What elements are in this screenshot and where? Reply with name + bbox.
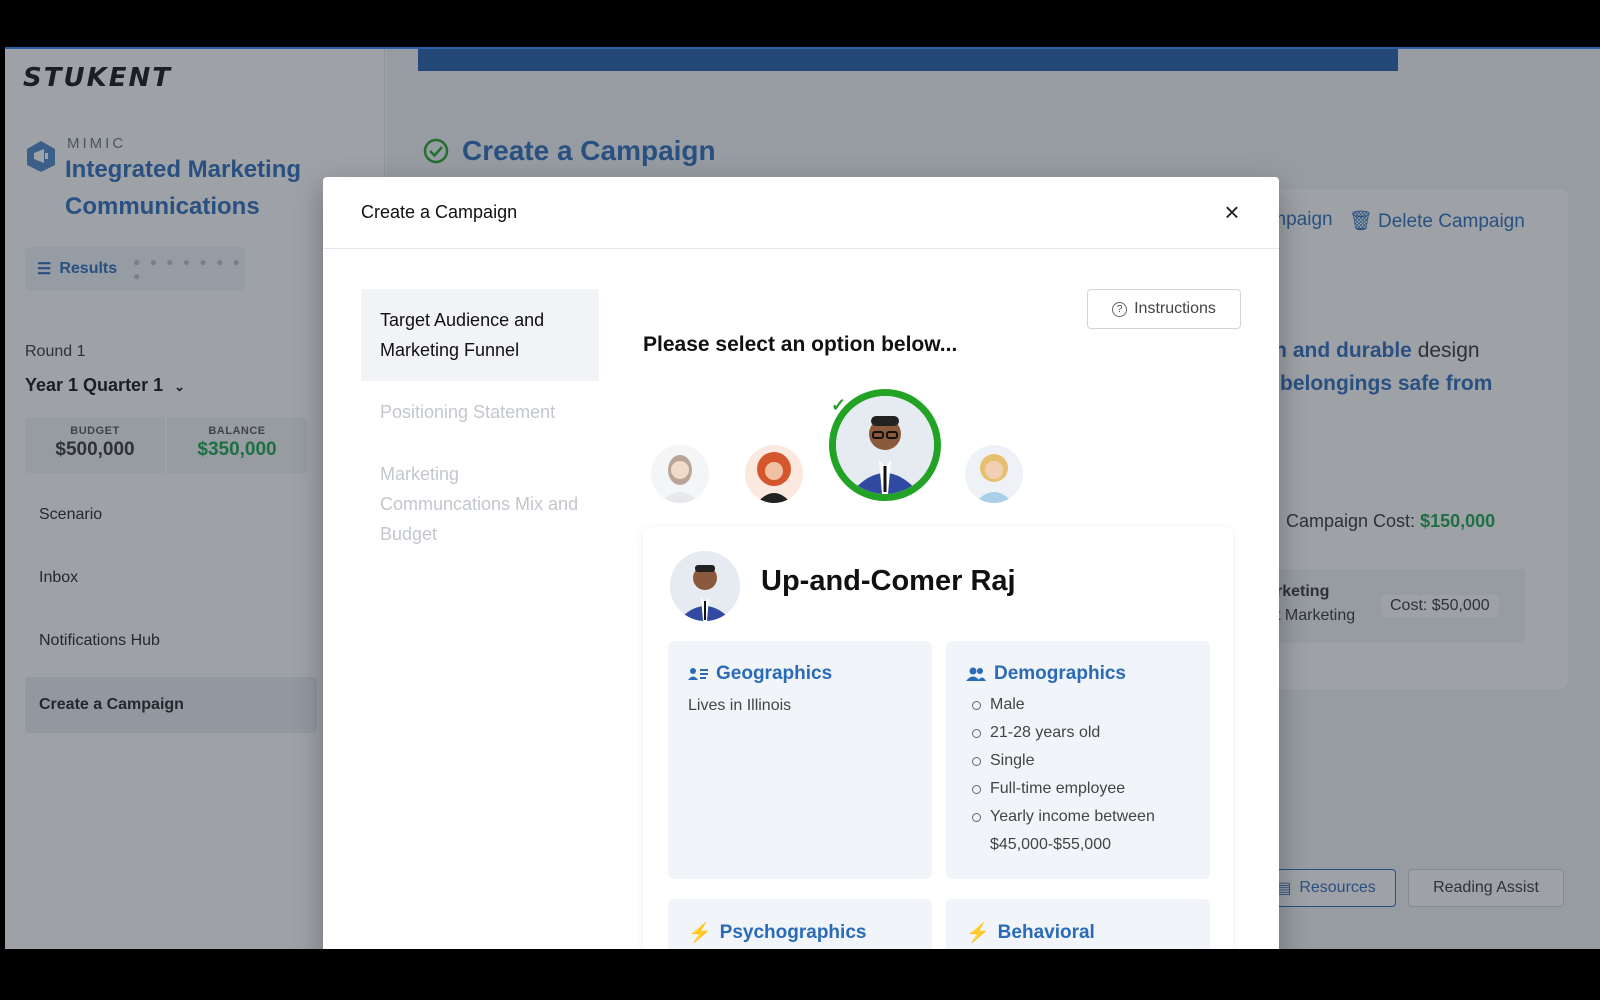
app-frame: STUKENT MIMIC Integrated Marketing Commu… (5, 49, 1600, 949)
woman-avatar-icon (651, 445, 709, 503)
geographics-text: Lives in Illinois (688, 697, 792, 714)
persona-option-1[interactable] (651, 445, 709, 503)
persona-details-card: Up-and-Comer Raj Geographics Lives in Il… (643, 527, 1233, 949)
geographics-section: Geographics Lives in Illinois (668, 641, 932, 879)
man-avatar-icon (670, 551, 740, 621)
woman-avatar-icon (965, 445, 1023, 503)
persona-option-4[interactable] (965, 445, 1023, 503)
man-avatar-icon (836, 396, 934, 494)
demographics-section: Demographics Male 21-28 years old Single… (946, 641, 1210, 879)
selected-check-icon: ✓ (831, 395, 847, 415)
list-item: 21-28 years old (966, 719, 1190, 747)
woman-avatar-icon (745, 445, 803, 503)
geographics-title: Geographics (716, 663, 833, 684)
persona-name: Up-and-Comer Raj (761, 565, 1016, 597)
instructions-label: Instructions (1134, 300, 1216, 317)
behavioral-section: ⚡ Behavioral (946, 899, 1210, 949)
modal-title: Create a Campaign (361, 202, 518, 222)
psychographics-heading: ⚡ Psychographics (688, 921, 912, 945)
geographics-heading: Geographics (688, 663, 912, 685)
close-icon[interactable]: × (1219, 197, 1245, 227)
list-item: Single (966, 747, 1190, 775)
lightning-icon: ⚡ (966, 923, 990, 944)
step-positioning-statement[interactable]: Positioning Statement (361, 381, 599, 443)
psychographics-title: Psychographics (719, 922, 867, 943)
list-item: Full-time employee (966, 775, 1190, 803)
user-list-icon (688, 668, 708, 680)
selection-prompt: Please select an option below... (643, 333, 958, 356)
modal-header: Create a Campaign (323, 177, 1279, 249)
demographics-list: Male 21-28 years old Single Full-time em… (966, 691, 1190, 859)
step-marketing-mix[interactable]: Marketing Communcations Mix and Budget (361, 443, 599, 565)
list-item: Male (966, 691, 1190, 719)
help-circle-icon: ? (1112, 301, 1128, 317)
create-campaign-modal: Create a Campaign × Target Audience and … (323, 177, 1279, 949)
instructions-button[interactable]: ? Instructions (1087, 289, 1241, 329)
behavioral-heading: ⚡ Behavioral (966, 921, 1190, 945)
users-icon (966, 667, 986, 681)
persona-option-2[interactable] (745, 445, 803, 503)
psychographics-section: ⚡ Psychographics (668, 899, 932, 949)
behavioral-title: Behavioral (997, 922, 1095, 943)
list-item: Yearly income between $45,000-$55,000 (966, 803, 1190, 859)
step-list: Target Audience and Marketing Funnel Pos… (361, 289, 599, 565)
demographics-heading: Demographics (966, 663, 1190, 685)
demographics-title: Demographics (994, 663, 1126, 684)
step-target-audience[interactable]: Target Audience and Marketing Funnel (361, 289, 599, 381)
lightning-icon: ⚡ (688, 923, 712, 944)
persona-avatar (670, 551, 740, 621)
